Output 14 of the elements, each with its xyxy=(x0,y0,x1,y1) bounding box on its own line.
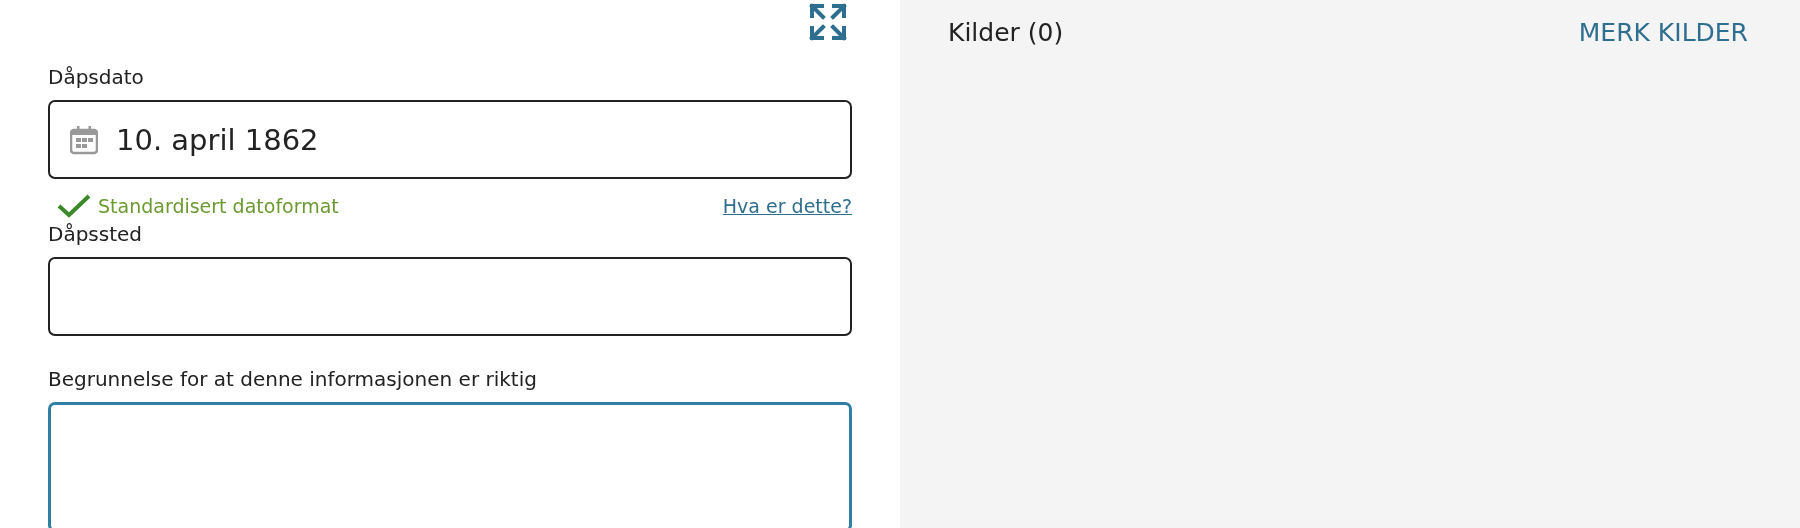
check-icon xyxy=(56,193,92,219)
reason-field[interactable] xyxy=(48,402,852,528)
field-label: Dåpssted xyxy=(48,221,144,247)
field-label: Begrunnelse for at denne informasjonen er riktig xyxy=(48,366,538,392)
sources-title: Kilder (0) xyxy=(948,17,1064,47)
calendar-icon xyxy=(70,124,98,155)
place-field[interactable] xyxy=(48,257,852,336)
help-link[interactable]: Hva er dette? xyxy=(722,195,852,217)
field-label: Dåpsdato xyxy=(48,64,145,90)
validation-message: Standardisert datoformat xyxy=(98,195,340,217)
date-field[interactable]: 10. april 1862 xyxy=(48,100,852,179)
expand-icon[interactable] xyxy=(808,2,848,42)
mark-sources-link[interactable]: MERK KILDER xyxy=(1578,17,1748,47)
date-value: 10. april 1862 xyxy=(116,122,319,157)
